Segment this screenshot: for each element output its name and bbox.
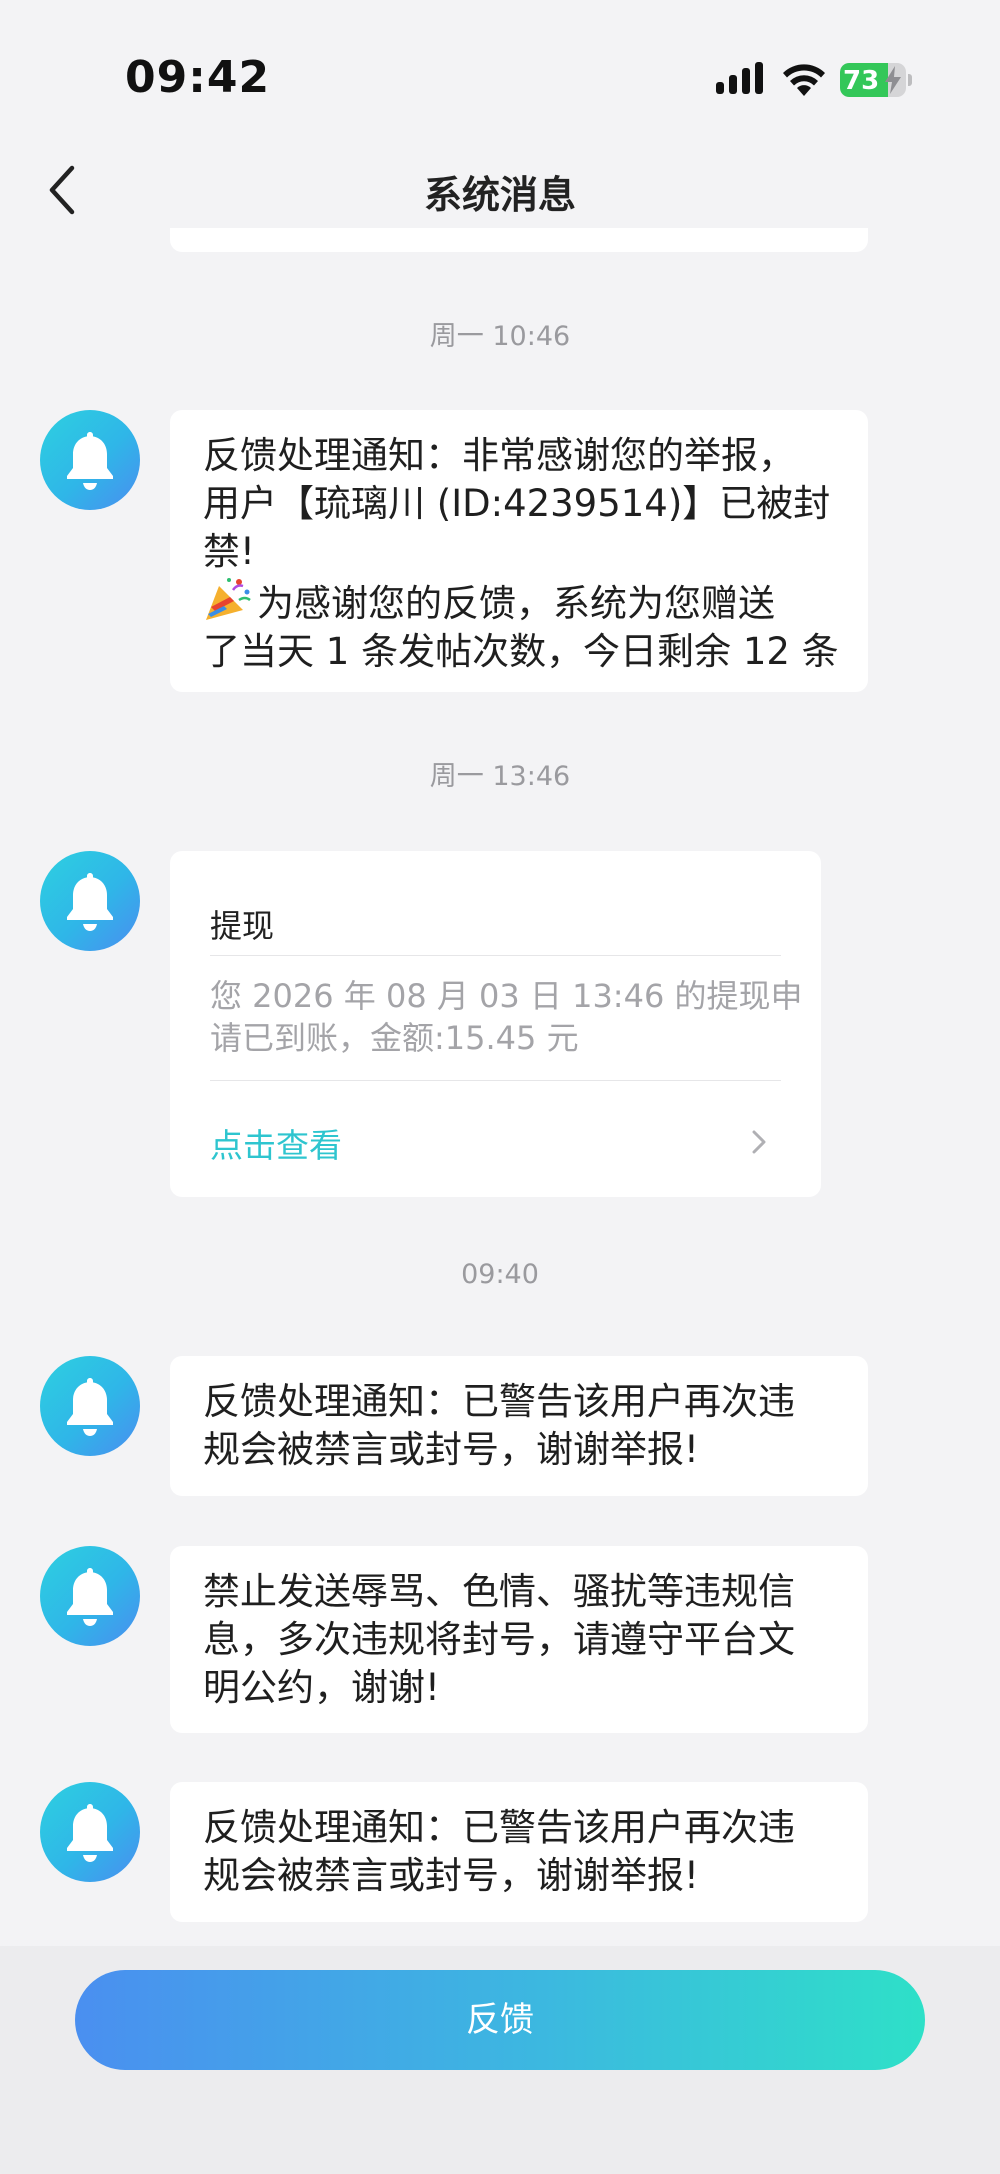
- message-line: 反馈处理通知：非常感谢您的举报，: [203, 434, 795, 477]
- message-line: 明公约，谢谢!: [203, 1666, 440, 1709]
- bell-icon: [67, 873, 113, 931]
- card-title: 提现: [210, 907, 275, 945]
- chevron-right-icon[interactable]: [748, 1125, 770, 1159]
- message-line: 规会被禁言或封号，谢谢举报!: [203, 1428, 699, 1471]
- bottom-bar: 反馈: [0, 1946, 1000, 2174]
- nav-header: 系统消息: [0, 150, 1000, 230]
- signal-icon: [716, 62, 763, 94]
- card-body: 您 2026 年 08 月 03 日 13:46 的提现申 请已到账，金额:15…: [210, 975, 803, 1059]
- card-body-line: 您 2026 年 08 月 03 日 13:46 的提现申: [210, 977, 803, 1015]
- party-popper-icon: [206, 578, 251, 620]
- message-timestamp: 周一 13:46: [429, 761, 571, 792]
- system-avatar: [40, 1782, 140, 1882]
- message-timestamp: 周一 10:46: [429, 321, 571, 352]
- message-line: 反馈处理通知：已警告该用户再次违: [203, 1380, 795, 1423]
- message-bubble: 禁止发送辱骂、色情、骚扰等违规信 息，多次违规将封号，请遵守平台文 明公约，谢谢…: [170, 1546, 868, 1733]
- message-line: 息，多次违规将封号，请遵守平台文: [203, 1618, 795, 1661]
- message-timestamp: 09:40: [461, 1259, 539, 1290]
- feedback-button[interactable]: 反馈: [75, 1970, 925, 2070]
- withdraw-card[interactable]: 提现 您 2026 年 08 月 03 日 13:46 的提现申 请已到账，金额…: [170, 851, 821, 1197]
- wifi-icon: [783, 64, 825, 96]
- message-line: 为感谢您的反馈，系统为您赠送: [257, 582, 775, 625]
- divider: [210, 955, 781, 956]
- message-bubble: 反馈处理通知：非常感谢您的举报， 用户【琉璃川 (ID:4239514)】已被封…: [170, 410, 868, 692]
- status-time: 09:42: [125, 52, 271, 103]
- battery-icon: 73: [840, 63, 912, 97]
- system-avatar: [40, 1356, 140, 1456]
- system-avatar: [40, 851, 140, 951]
- system-avatar: [40, 410, 140, 510]
- card-body-line: 请已到账，金额:15.45 元: [210, 1019, 579, 1057]
- bell-icon: [67, 1804, 113, 1862]
- message-line: 用户【琉璃川 (ID:4239514)】已被封: [203, 482, 831, 525]
- message-line: 了当天 1 条发帖次数，今日剩余 12 条: [203, 630, 839, 673]
- message-bubble: 反馈处理通知：已警告该用户再次违 规会被禁言或封号，谢谢举报!: [170, 1782, 868, 1922]
- charging-bolt-icon: [885, 66, 901, 94]
- message-line: 禁止发送辱骂、色情、骚扰等违规信: [203, 1570, 795, 1613]
- page-title: 系统消息: [423, 173, 576, 217]
- message-line: 禁!: [203, 530, 255, 573]
- status-bar: 09:42 73: [0, 0, 1000, 150]
- divider: [210, 1080, 781, 1081]
- message-line-with-emoji: 为感谢您的反馈，系统为您赠送: [203, 576, 836, 628]
- view-details-link[interactable]: 点击查看: [210, 1119, 342, 1167]
- system-avatar: [40, 1546, 140, 1646]
- bell-icon: [67, 1378, 113, 1436]
- message-bubble: 反馈处理通知：已警告该用户再次违 规会被禁言或封号，谢谢举报!: [170, 1356, 868, 1496]
- bell-icon: [67, 432, 113, 490]
- message-line: 规会被禁言或封号，谢谢举报!: [203, 1854, 699, 1897]
- battery-percent: 73: [843, 66, 880, 96]
- message-line: 反馈处理通知：已警告该用户再次违: [203, 1806, 795, 1849]
- bell-icon: [67, 1568, 113, 1626]
- previous-message-edge: [170, 228, 868, 252]
